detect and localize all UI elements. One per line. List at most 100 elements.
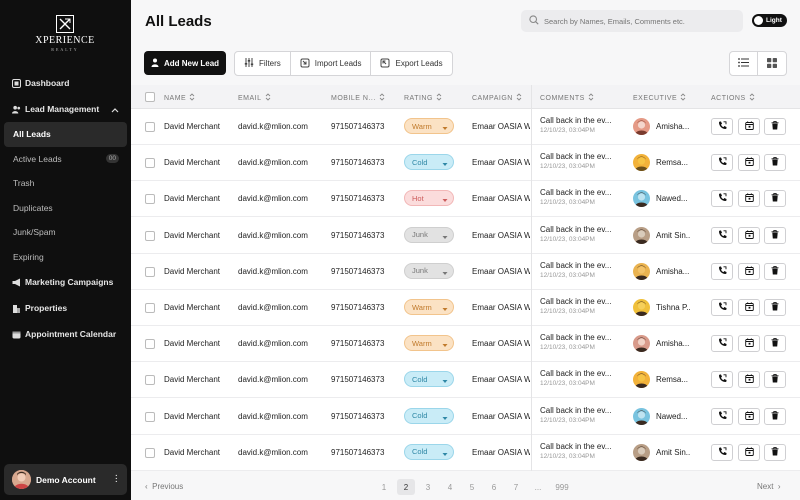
sidebar-item-marketing-campaigns[interactable]: Marketing Campaigns — [0, 269, 131, 295]
delete-button[interactable] — [764, 407, 786, 425]
lead-name[interactable]: David Merchant — [164, 339, 234, 348]
column-header-name[interactable]: NAME — [164, 93, 195, 103]
executive[interactable]: Amisha... — [633, 262, 691, 280]
delete-button[interactable] — [764, 118, 786, 135]
table-row[interactable]: David Merchant david.k@mlion.com 9715071… — [131, 435, 800, 471]
row-checkbox[interactable] — [145, 122, 155, 132]
lead-comment[interactable]: Call back in the ev... 12/10/23, 03:04PM — [540, 333, 620, 351]
rating-select[interactable]: Warm — [404, 335, 454, 352]
next-button[interactable]: Next › — [757, 482, 781, 491]
rating-select[interactable]: Cold — [404, 371, 454, 388]
delete-button[interactable] — [764, 226, 786, 244]
lead-name[interactable]: David Merchant — [164, 158, 234, 167]
call-button[interactable] — [711, 299, 733, 316]
row-checkbox[interactable] — [145, 339, 155, 350]
delete-button[interactable] — [764, 154, 786, 172]
sidebar-subitem-junk-spam[interactable]: Junk/Spam — [0, 220, 131, 245]
rating-select[interactable]: Warm — [404, 299, 454, 315]
lead-comment[interactable]: Call back in the ev... 12/10/23, 03:04PM — [540, 442, 620, 460]
table-row[interactable]: David Merchant david.k@mlion.com 9715071… — [131, 362, 800, 399]
brand-logo[interactable]: XPERIENCE REALTY — [34, 15, 96, 52]
lead-name[interactable]: David Merchant — [164, 412, 234, 421]
list-view-button[interactable] — [730, 52, 759, 75]
page-5[interactable]: 5 — [463, 479, 481, 495]
lead-name[interactable]: David Merchant — [164, 448, 234, 457]
sidebar-item-dashboard[interactable]: Dashboard — [0, 70, 131, 96]
call-button[interactable] — [711, 118, 733, 135]
executive[interactable]: Nawed... — [633, 407, 691, 425]
schedule-button[interactable] — [738, 190, 760, 208]
sidebar-subitem-active-leads[interactable]: Active Leads 00 — [0, 147, 131, 172]
lead-comment[interactable]: Call back in the ev... 12/10/23, 03:04PM — [540, 152, 620, 170]
schedule-button[interactable] — [738, 226, 760, 244]
call-button[interactable] — [711, 262, 733, 280]
delete-button[interactable] — [764, 262, 786, 280]
call-button[interactable] — [711, 190, 733, 208]
rating-select[interactable]: Cold — [404, 154, 454, 171]
table-row[interactable]: David Merchant david.k@mlion.com 9715071… — [131, 181, 800, 218]
executive[interactable]: Remsa... — [633, 154, 691, 172]
sidebar-subitem-expiring[interactable]: Expiring — [0, 245, 131, 270]
page-1[interactable]: 1 — [375, 479, 393, 495]
executive[interactable]: Amisha... — [633, 118, 691, 135]
lead-name[interactable]: David Merchant — [164, 231, 234, 240]
add-new-lead-button[interactable]: Add New Lead — [144, 51, 226, 75]
lead-name[interactable]: David Merchant — [164, 303, 234, 312]
executive[interactable]: Amit Sin... — [633, 443, 691, 461]
delete-button[interactable] — [764, 443, 786, 461]
export-leads-button[interactable]: Export Leads — [371, 52, 451, 75]
filters-button[interactable]: Filters — [235, 52, 291, 75]
schedule-button[interactable] — [738, 407, 760, 425]
executive[interactable]: Tishna P... — [633, 299, 691, 316]
lead-comment[interactable]: Call back in the ev... 12/10/23, 03:04PM — [540, 261, 620, 279]
column-header-comments[interactable]: COMMENTS — [540, 93, 594, 103]
rating-select[interactable]: Cold — [404, 443, 454, 460]
call-button[interactable] — [711, 226, 733, 244]
call-button[interactable] — [711, 443, 733, 461]
page-4[interactable]: 4 — [441, 479, 459, 495]
lead-name[interactable]: David Merchant — [164, 267, 234, 276]
theme-toggle[interactable]: Light — [752, 14, 787, 27]
page-999[interactable]: 999 — [553, 479, 571, 495]
table-row[interactable]: David Merchant david.k@mlion.com 9715071… — [131, 290, 800, 326]
row-checkbox[interactable] — [145, 158, 155, 169]
table-row[interactable]: David Merchant david.k@mlion.com 9715071… — [131, 254, 800, 290]
import-leads-button[interactable]: Import Leads — [291, 52, 372, 75]
lead-comment[interactable]: Call back in the ev... 12/10/23, 03:04PM — [540, 116, 620, 134]
delete-button[interactable] — [764, 371, 786, 389]
schedule-button[interactable] — [738, 371, 760, 389]
lead-comment[interactable]: Call back in the ev... 12/10/23, 03:04PM — [540, 369, 620, 387]
more-options-icon[interactable]: · · · — [115, 471, 118, 487]
grid-view-button[interactable] — [758, 52, 786, 75]
call-button[interactable] — [711, 371, 733, 389]
column-header-mobile[interactable]: MOBILE N... — [331, 93, 385, 103]
sidebar-item-lead-management[interactable]: Lead Management — [0, 96, 131, 122]
column-header-email[interactable]: EMAIL — [238, 93, 271, 103]
schedule-button[interactable] — [738, 118, 760, 135]
rating-select[interactable]: Cold — [404, 407, 454, 424]
call-button[interactable] — [711, 154, 733, 172]
previous-button[interactable]: ‹ Previous — [145, 482, 183, 491]
row-checkbox[interactable] — [145, 230, 155, 241]
executive[interactable]: Amit Sin... — [633, 226, 691, 244]
lead-comment[interactable]: Call back in the ev... 12/10/23, 03:04PM — [540, 225, 620, 243]
table-row[interactable]: David Merchant david.k@mlion.com 9715071… — [131, 399, 800, 435]
rating-select[interactable]: Warm — [404, 118, 454, 134]
sidebar-subitem-trash[interactable]: Trash — [0, 171, 131, 196]
page-2[interactable]: 2 — [397, 479, 415, 495]
lead-comment[interactable]: Call back in the ev... 12/10/23, 03:04PM — [540, 406, 620, 424]
page-3[interactable]: 3 — [419, 479, 437, 495]
row-checkbox[interactable] — [145, 411, 155, 422]
account-menu[interactable]: Demo Account · · · — [4, 464, 127, 495]
row-checkbox[interactable] — [145, 447, 155, 458]
page-7[interactable]: 7 — [507, 479, 525, 495]
executive[interactable]: Amisha... — [633, 335, 691, 353]
schedule-button[interactable] — [738, 262, 760, 280]
rating-select[interactable]: Hot — [404, 190, 454, 207]
lead-comment[interactable]: Call back in the ev... 12/10/23, 03:04PM — [540, 297, 620, 315]
schedule-button[interactable] — [738, 443, 760, 461]
schedule-button[interactable] — [738, 154, 760, 172]
delete-button[interactable] — [764, 299, 786, 316]
lead-name[interactable]: David Merchant — [164, 375, 234, 384]
select-all-checkbox[interactable] — [145, 92, 155, 102]
